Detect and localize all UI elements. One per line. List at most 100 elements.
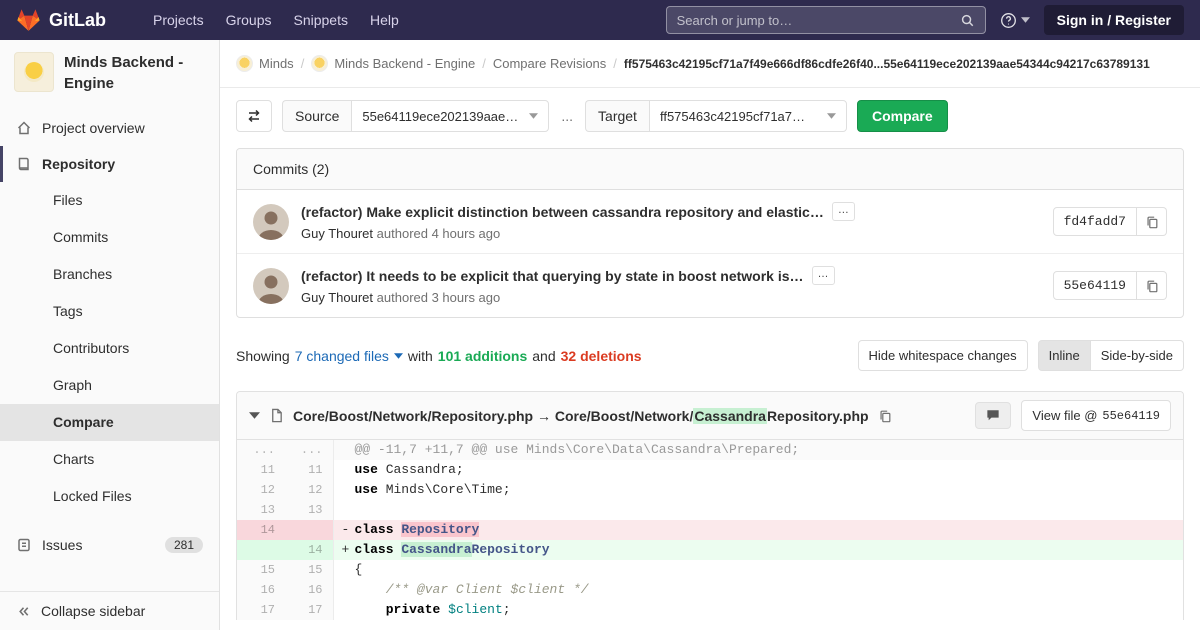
- commit-author-avatar[interactable]: [253, 203, 289, 240]
- group-avatar: [236, 55, 253, 72]
- diff-old-line-number[interactable]: 12: [237, 480, 285, 500]
- code-token: ;: [502, 602, 511, 617]
- breadcrumb-item-project[interactable]: Minds Backend - Engine: [311, 55, 475, 72]
- nav-item-groups[interactable]: Groups: [215, 0, 283, 40]
- diff-old-line-number[interactable]: 17: [237, 600, 285, 620]
- sidebar-item-branches[interactable]: Branches: [0, 256, 219, 293]
- copy-icon: [1146, 280, 1157, 292]
- range-separator: ...: [561, 108, 574, 124]
- commit-author-link[interactable]: Guy Thouret: [301, 290, 373, 305]
- diff-old-line-number[interactable]: 15: [237, 560, 285, 580]
- breadcrumb: Minds Minds Backend - Engine Compare Rev…: [220, 40, 1200, 88]
- code-token: {: [354, 562, 363, 577]
- sidebar-item-label: Project overview: [42, 120, 145, 136]
- sidebar-item-compare[interactable]: Compare: [0, 404, 219, 441]
- compare-button[interactable]: Compare: [856, 100, 948, 132]
- sidebar-item-issues[interactable]: Issues 281: [0, 527, 219, 563]
- commit-description-toggle[interactable]: …: [811, 266, 835, 285]
- commit-sha-link[interactable]: fd4fadd7: [1052, 207, 1137, 236]
- chevron-down-icon: [826, 113, 836, 119]
- sidebar-item-contributors[interactable]: Contributors: [0, 330, 219, 367]
- gitlab-home-link[interactable]: GitLab: [16, 8, 106, 33]
- diff-file-path-link[interactable]: Core/Boost/Network/Repository.php → Core…: [293, 407, 869, 424]
- diff-new-line-number[interactable]: 12: [285, 480, 334, 500]
- gitlab-brand-text: GitLab: [49, 9, 106, 30]
- sidebar-item-files[interactable]: Files: [0, 182, 219, 219]
- diff-code-cell: - class Repository: [333, 520, 1183, 540]
- breadcrumb-separator: [613, 56, 617, 71]
- deletions-count: 32 deletions: [560, 347, 642, 364]
- diff-code-cell: {: [333, 560, 1183, 580]
- sidebar-project-header[interactable]: Minds Backend - Engine: [0, 40, 219, 106]
- toggle-file-comments-button[interactable]: [975, 402, 1012, 429]
- help-dropdown[interactable]: [1000, 12, 1030, 29]
- source-ref-dropdown[interactable]: 55e64119ece202139aae…: [351, 100, 550, 132]
- top-navbar: GitLab Projects Groups Snippets Help Sea…: [0, 0, 1200, 40]
- diff-old-line-number[interactable]: 11: [237, 460, 285, 480]
- diff-old-line-number[interactable]: 13: [237, 500, 285, 520]
- sidebar-item-commits[interactable]: Commits: [0, 219, 219, 256]
- diff-new-line-number[interactable]: 15: [285, 560, 334, 580]
- copy-file-path-button[interactable]: [878, 409, 892, 423]
- nav-item-snippets[interactable]: Snippets: [283, 0, 359, 40]
- commit-description-toggle[interactable]: …: [831, 202, 855, 221]
- diff-file-path-new-prefix: Core/Boost/Network/: [554, 407, 694, 424]
- sign-in-button[interactable]: Sign in / Register: [1043, 5, 1184, 35]
- diff-new-line-number[interactable]: 13: [285, 500, 334, 520]
- diff-code-cell: + class CassandraRepository: [333, 540, 1183, 560]
- diff-line-ctx: 13 13: [237, 500, 1183, 520]
- view-file-button[interactable]: View file @ 55e64119: [1021, 400, 1171, 431]
- diff-table: ...... @@ -11,7 +11,7 @@ use Minds\Core\…: [237, 440, 1183, 620]
- sidebar-item-charts[interactable]: Charts: [0, 441, 219, 478]
- sidebar-item-locked-files[interactable]: Locked Files: [0, 478, 219, 515]
- diff-line-ctx: 11 11 use Cassandra;: [237, 460, 1183, 480]
- gitlab-tanuki-icon: [16, 8, 41, 33]
- diff-old-line-number[interactable]: 14: [237, 520, 285, 540]
- diff-old-line-number: ...: [237, 440, 285, 460]
- diff-table-body: ...... @@ -11,7 +11,7 @@ use Minds\Core\…: [237, 440, 1183, 620]
- breadcrumb-item-compare-revisions[interactable]: Compare Revisions: [493, 56, 606, 71]
- diff-old-line-number[interactable]: [237, 540, 285, 560]
- commit-sha-link[interactable]: 55e64119: [1052, 271, 1137, 300]
- side-by-side-view-button[interactable]: Side-by-side: [1090, 340, 1184, 371]
- copy-commit-sha-button[interactable]: [1137, 207, 1167, 236]
- collapse-diff-caret-icon[interactable]: [249, 412, 260, 419]
- code-token: /** @var Client $client */: [385, 582, 589, 597]
- diff-new-line-number[interactable]: 14: [285, 540, 334, 560]
- commit-author-link[interactable]: Guy Thouret: [301, 226, 373, 241]
- inline-view-button[interactable]: Inline: [1037, 340, 1091, 371]
- sidebar-item-graph[interactable]: Graph: [0, 367, 219, 404]
- breadcrumb-compare-range: ff575463c42195cf71a7f49e666df86cdfe26f40…: [623, 56, 1150, 71]
- diff-new-line-number[interactable]: 17: [285, 600, 334, 620]
- search-input[interactable]: [676, 12, 960, 28]
- sidebar-item-repository[interactable]: Repository: [0, 146, 219, 182]
- global-search-box[interactable]: [665, 6, 986, 34]
- diff-code-cell: private $client;: [333, 600, 1183, 620]
- diff-new-line-number[interactable]: [285, 520, 334, 540]
- diff-new-line-number[interactable]: 11: [285, 460, 334, 480]
- collapse-sidebar-button[interactable]: Collapse sidebar: [0, 591, 219, 630]
- commit-title-link[interactable]: (refactor) Make explicit distinction bet…: [301, 204, 824, 220]
- sidebar-item-project-overview[interactable]: Project overview: [0, 110, 219, 146]
- code-token: Cassandra;: [377, 462, 464, 477]
- commit-author-avatar[interactable]: [253, 267, 289, 304]
- target-label: Target: [585, 100, 649, 132]
- commit-title-link[interactable]: (refactor) It needs to be explicit that …: [301, 268, 804, 284]
- code-token: use: [354, 462, 378, 477]
- breadcrumb-label: Minds: [259, 56, 294, 71]
- changed-files-dropdown[interactable]: 7 changed files: [295, 348, 403, 364]
- diff-new-line-number[interactable]: 16: [285, 580, 334, 600]
- swap-revisions-button[interactable]: [236, 100, 272, 132]
- breadcrumb-item-group[interactable]: Minds: [236, 55, 294, 72]
- copy-icon: [880, 410, 891, 422]
- diff-old-line-number[interactable]: 16: [237, 580, 285, 600]
- nav-item-help[interactable]: Help: [359, 0, 410, 40]
- diff-line-sign: [342, 560, 355, 580]
- hide-whitespace-button[interactable]: Hide whitespace changes: [857, 340, 1028, 371]
- target-ref-dropdown[interactable]: ff575463c42195cf71a7…: [648, 100, 847, 132]
- sidebar-item-label: Repository: [42, 156, 116, 172]
- breadcrumb-separator: [301, 56, 305, 71]
- copy-commit-sha-button[interactable]: [1137, 271, 1167, 300]
- sidebar-item-tags[interactable]: Tags: [0, 293, 219, 330]
- nav-item-projects[interactable]: Projects: [142, 0, 215, 40]
